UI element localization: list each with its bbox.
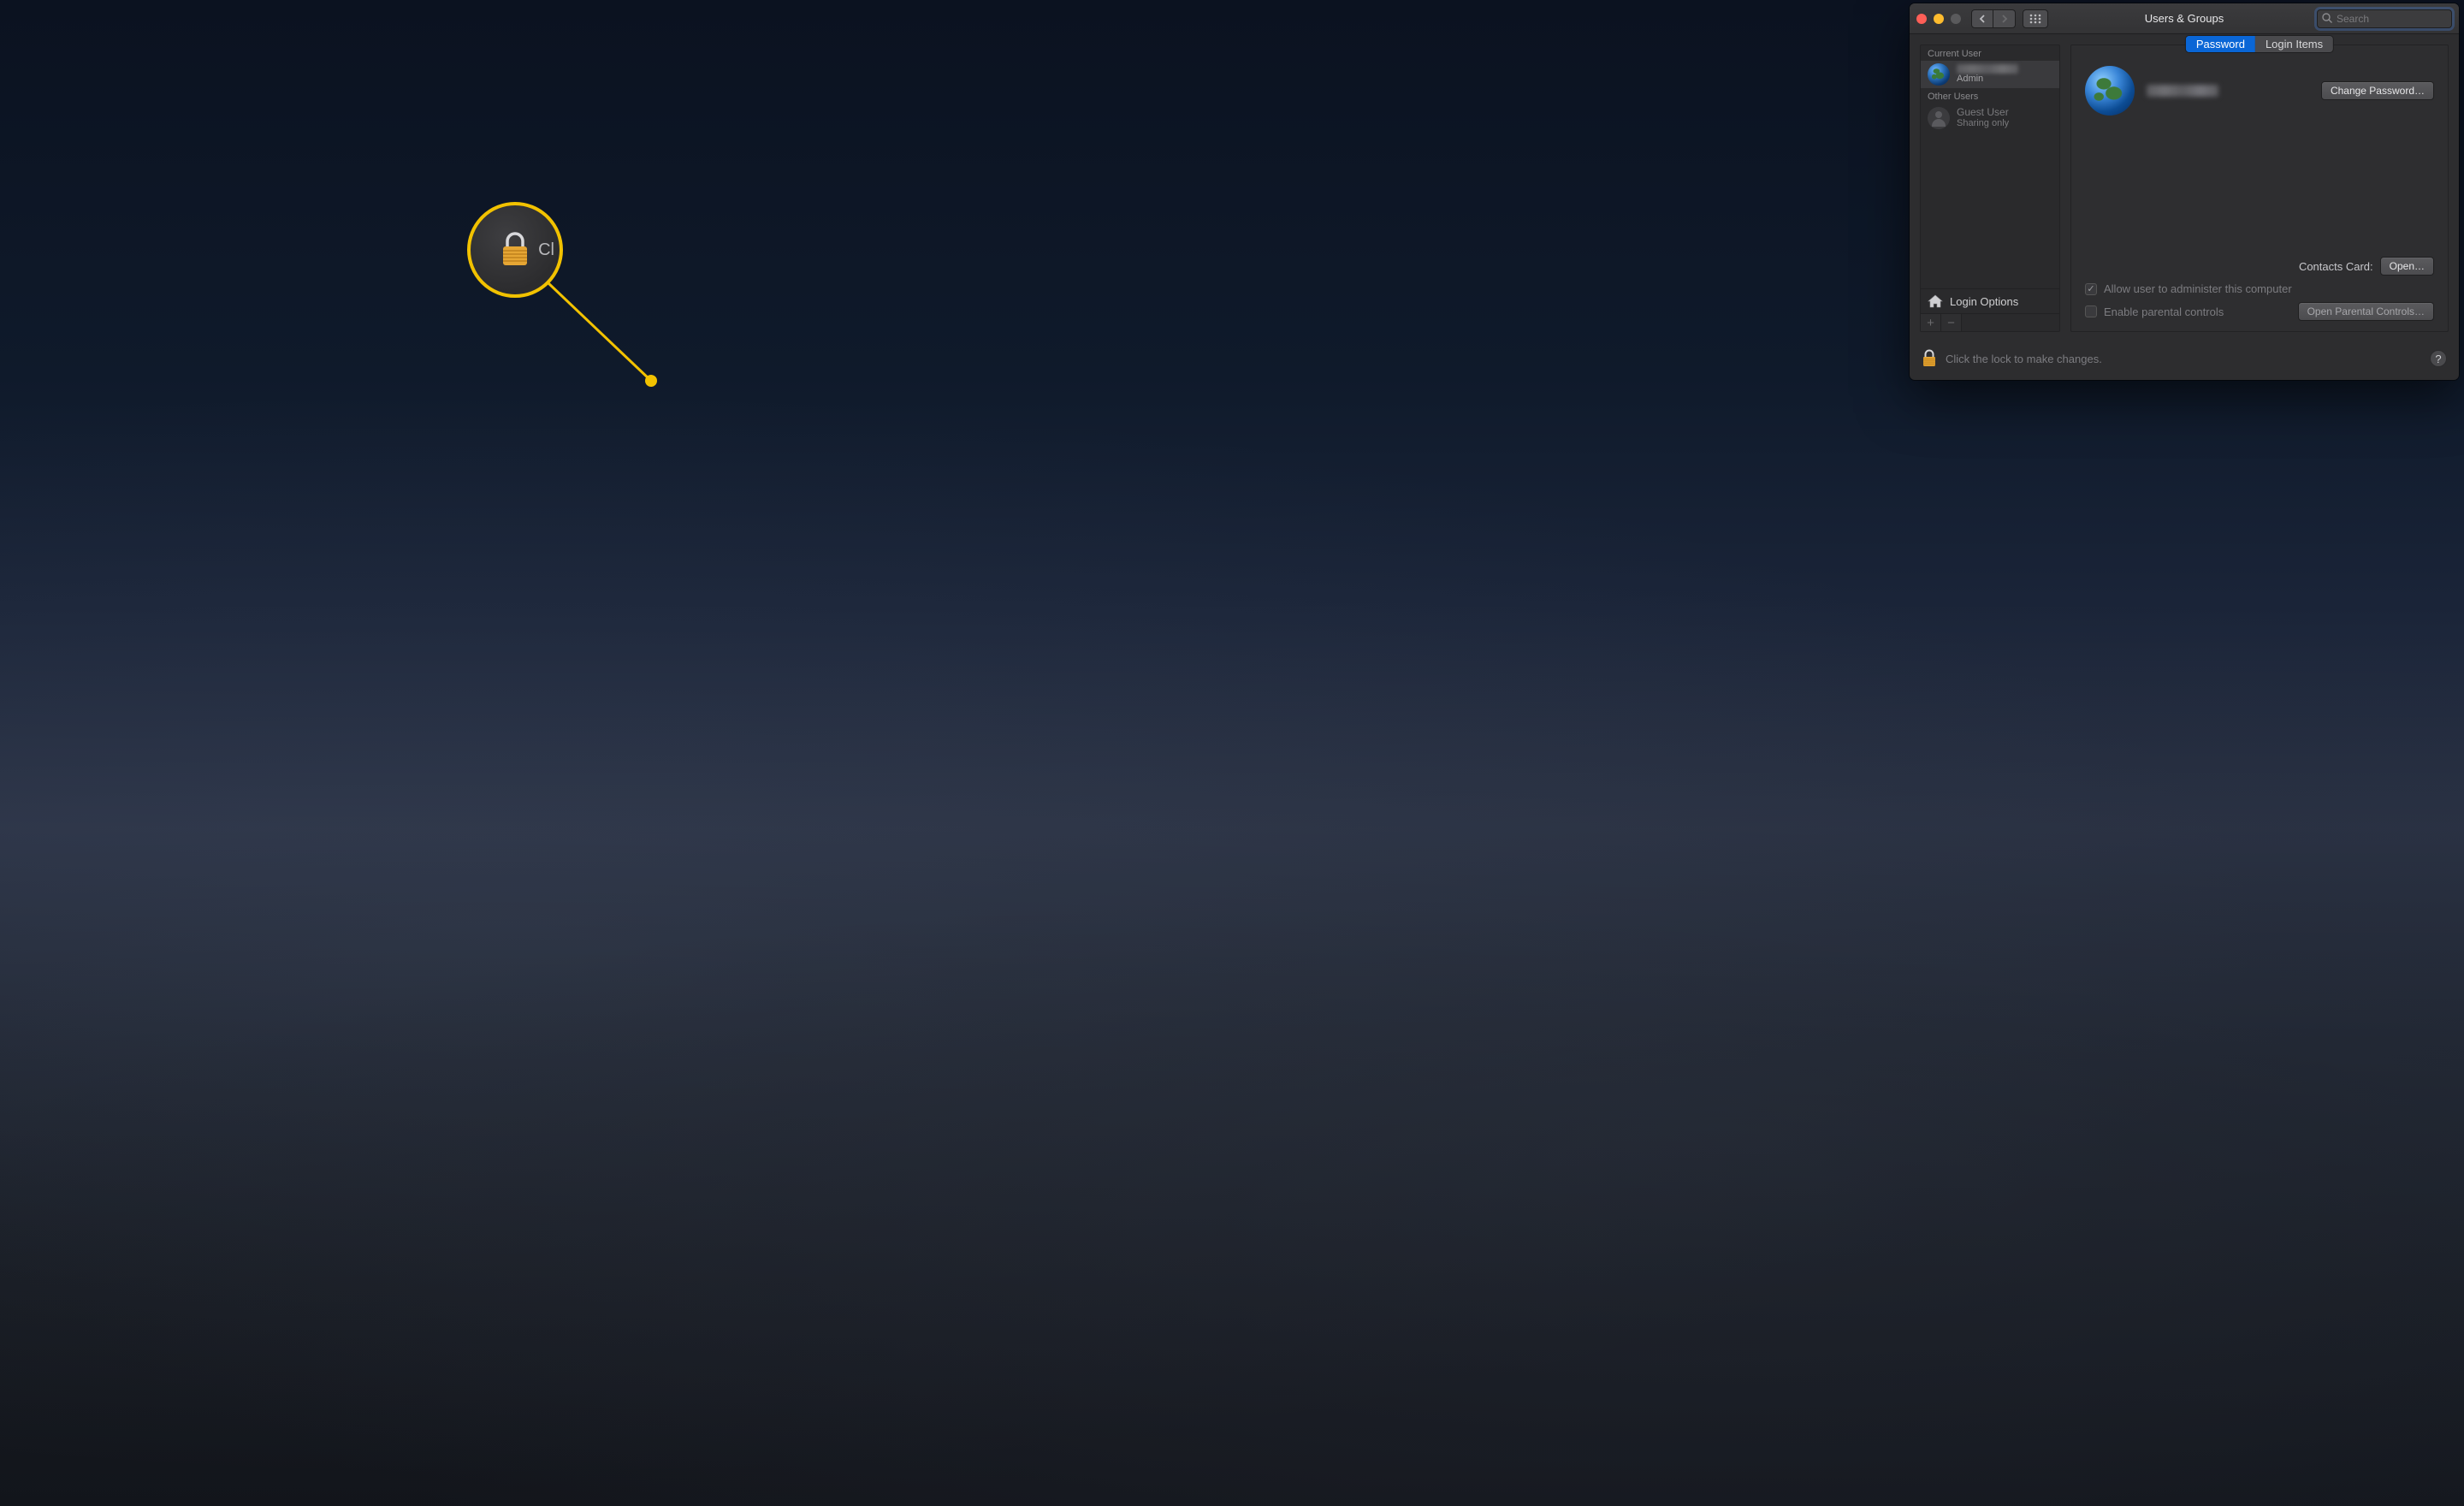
silhouette-icon (1928, 107, 1950, 129)
current-user-name-redacted (1957, 64, 2018, 74)
parental-controls-label: Enable parental controls (2104, 305, 2224, 318)
allow-admin-checkbox (2085, 283, 2097, 295)
change-password-button[interactable]: Change Password… (2321, 81, 2434, 100)
open-parental-controls-button[interactable]: Open Parental Controls… (2298, 302, 2434, 321)
add-remove-bar: + − (1921, 313, 2059, 331)
open-contacts-button[interactable]: Open… (2380, 257, 2434, 276)
minimize-button[interactable] (1934, 14, 1944, 24)
user-avatar-icon[interactable] (2085, 66, 2135, 116)
help-button[interactable]: ? (2430, 350, 2447, 367)
parental-controls-checkbox (2085, 305, 2097, 317)
user-full-name-redacted (2147, 85, 2218, 97)
tabs: Password Login Items (2186, 36, 2333, 52)
remove-user-button: − (1941, 314, 1962, 331)
zoom-callout: Cl (467, 202, 563, 298)
users-groups-window: Users & Groups Current User Admin Other … (1910, 3, 2459, 380)
zoom-button[interactable] (1951, 14, 1961, 24)
search-icon (2321, 12, 2333, 24)
forward-button (1993, 9, 2016, 28)
main-panel: Password Login Items Change Password… Co… (2070, 44, 2449, 332)
close-button[interactable] (1916, 14, 1927, 24)
login-options-label: Login Options (1950, 295, 2018, 308)
window-footer: Click the lock to make changes. ? (1910, 342, 2459, 380)
current-user-role: Admin (1957, 74, 2018, 85)
lock-icon (499, 231, 531, 269)
users-sidebar: Current User Admin Other Users Guest Use… (1920, 44, 2060, 332)
add-user-button: + (1921, 314, 1941, 331)
sidebar-guest-user[interactable]: Guest User Sharing only (1921, 104, 2059, 133)
lock-hint-text: Click the lock to make changes. (1946, 353, 2102, 365)
guest-user-name: Guest User (1957, 106, 2009, 118)
tab-password[interactable]: Password (2186, 36, 2255, 52)
contacts-card-label: Contacts Card: (2299, 260, 2373, 273)
guest-user-sub: Sharing only (1957, 118, 2009, 129)
allow-admin-label: Allow user to administer this computer (2104, 282, 2292, 295)
callout-text-fragment: Cl (538, 240, 554, 260)
other-users-header: Other Users (1921, 88, 2059, 104)
show-all-button[interactable] (2023, 9, 2048, 28)
window-controls (1916, 14, 1961, 24)
sidebar-current-user[interactable]: Admin (1921, 61, 2059, 88)
login-options[interactable]: Login Options (1921, 288, 2059, 313)
lock-icon[interactable] (1922, 349, 1937, 368)
avatar-icon (1928, 63, 1950, 86)
titlebar: Users & Groups (1910, 3, 2459, 34)
nav-buttons (1971, 9, 2016, 28)
tab-login-items[interactable]: Login Items (2255, 36, 2333, 52)
current-user-header: Current User (1921, 45, 2059, 61)
callout-endpoint-dot (645, 375, 657, 387)
callout-leader-line (0, 0, 1198, 753)
search-input[interactable] (2317, 9, 2452, 28)
house-icon (1928, 294, 1943, 308)
back-button[interactable] (1971, 9, 1993, 28)
